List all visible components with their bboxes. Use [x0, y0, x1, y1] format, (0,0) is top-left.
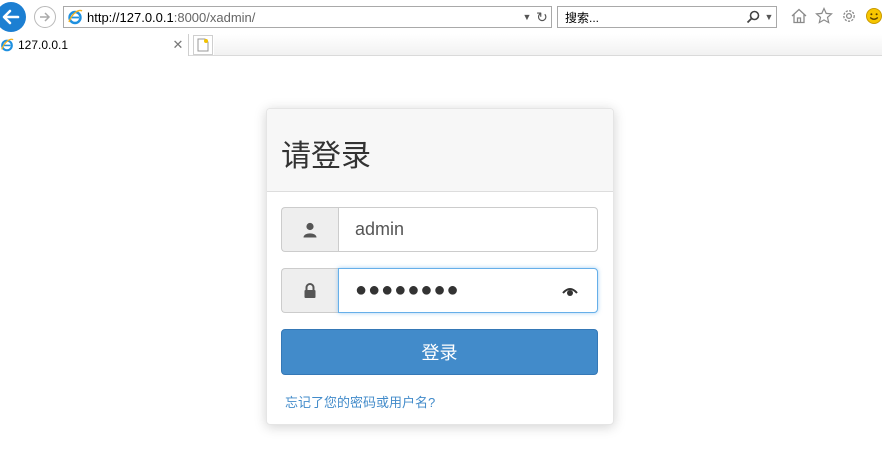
- ie-logo-icon: [0, 38, 14, 52]
- new-tab-button[interactable]: [193, 35, 213, 55]
- lock-icon: [281, 268, 338, 313]
- password-group: ●●●●●●●●: [281, 268, 598, 313]
- user-icon: [281, 207, 338, 252]
- tab-active[interactable]: 127.0.0.1 ✕: [0, 34, 189, 56]
- ie-logo-icon: [67, 9, 83, 25]
- login-button[interactable]: 登录: [281, 329, 598, 375]
- new-tab-icon: [197, 38, 209, 52]
- close-icon[interactable]: ✕: [170, 37, 186, 53]
- password-mask: ●●●●●●●●: [355, 279, 460, 301]
- login-panel: 请登录 admin ●●●●●●●● 登录 忘记了您的密码或用户名?: [266, 108, 614, 425]
- username-value: admin: [355, 219, 405, 239]
- toolbar-icons: [789, 6, 882, 26]
- tab-strip-background: [214, 34, 882, 56]
- username-input[interactable]: admin: [338, 207, 598, 252]
- forward-icon: [40, 12, 51, 22]
- back-icon: [2, 9, 20, 25]
- forgot-password-link[interactable]: 忘记了您的密码或用户名?: [285, 392, 435, 411]
- tab-title: 127.0.0.1: [18, 38, 69, 52]
- refresh-icon[interactable]: ↻: [533, 9, 551, 26]
- home-icon[interactable]: [789, 6, 809, 26]
- password-input[interactable]: ●●●●●●●●: [338, 268, 598, 313]
- browser-toolbar: http://127.0.0.1:8000/xadmin/ ▼ ↻ 搜索... …: [0, 0, 882, 34]
- panel-header: 请登录: [267, 109, 613, 192]
- username-group: admin: [281, 207, 598, 252]
- dropdown-icon[interactable]: ▼: [521, 12, 533, 22]
- search-box[interactable]: 搜索... ▼: [557, 6, 777, 28]
- search-icon[interactable]: [744, 10, 762, 24]
- forward-button[interactable]: [34, 6, 56, 28]
- page-title: 请登录: [281, 140, 371, 173]
- search-dropdown-icon[interactable]: ▼: [762, 12, 776, 22]
- smiley-feedback-icon[interactable]: [864, 6, 882, 26]
- back-button[interactable]: [0, 2, 26, 32]
- search-input[interactable]: 搜索...: [565, 9, 744, 26]
- address-bar[interactable]: http://127.0.0.1:8000/xadmin/ ▼ ↻: [63, 6, 552, 28]
- settings-gear-icon[interactable]: [839, 6, 859, 26]
- favorites-star-icon[interactable]: [814, 6, 834, 26]
- url-text: http://127.0.0.1:8000/xadmin/: [87, 9, 256, 25]
- reveal-password-icon[interactable]: [561, 283, 579, 299]
